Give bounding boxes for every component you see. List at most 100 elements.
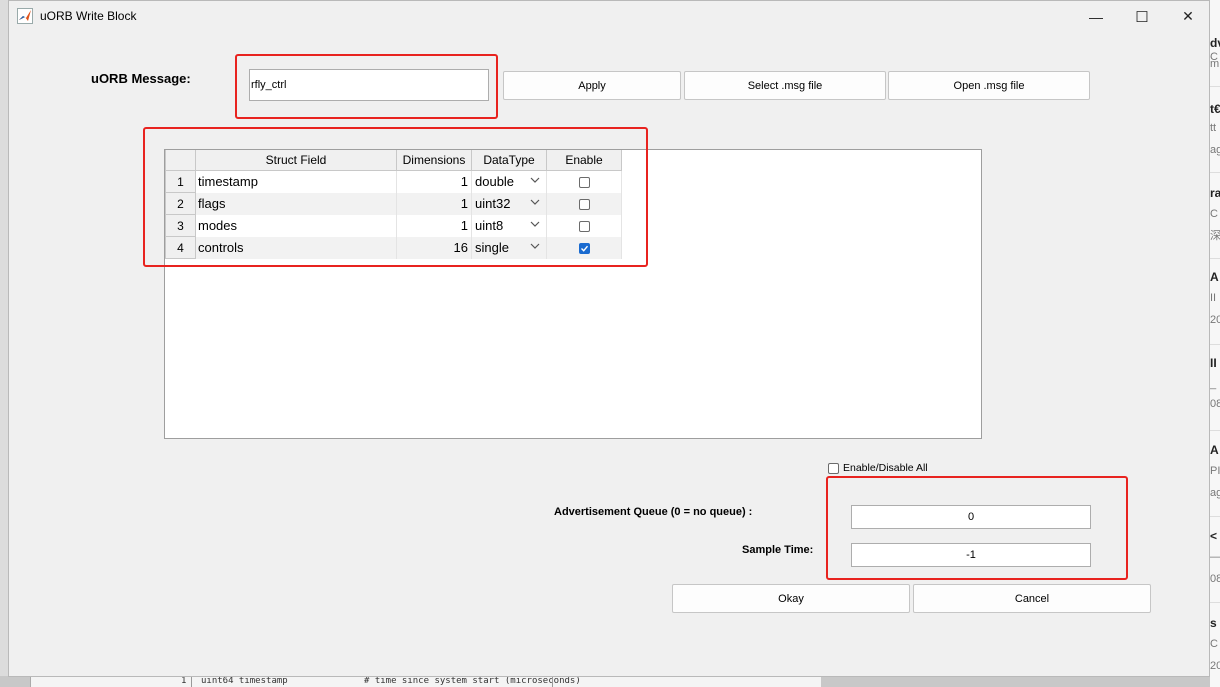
advertisement-queue-label: Advertisement Queue (0 = no queue) : <box>554 506 753 518</box>
close-icon: ✕ <box>1182 8 1194 24</box>
bg-glyph: II <box>1210 356 1217 370</box>
bg-glyph: ra <box>1210 186 1220 200</box>
sample-time-label: Sample Time: <box>742 544 814 556</box>
chevron-down-icon <box>530 177 540 183</box>
enable-disable-all-toggle[interactable]: Enable/Disable All <box>828 462 928 474</box>
bg-glyph: 20 <box>1210 660 1220 672</box>
column-header-struct-field[interactable]: Struct Field <box>195 150 397 171</box>
bg-glyph: 08 <box>1210 573 1220 585</box>
datatype-dropdown[interactable]: uint8 <box>471 214 547 237</box>
bg-glyph: t€ <box>1210 102 1220 116</box>
struct-field-table[interactable]: Struct Field Dimensions DataType Enable … <box>164 149 982 439</box>
bg-glyph: A <box>1210 270 1219 284</box>
uorb-write-block-dialog: uORB Write Block — ☐ ✕ uORB Message: App… <box>8 0 1210 677</box>
bg-separator <box>1210 258 1220 259</box>
row-number: 2 <box>165 192 196 215</box>
sample-time-input[interactable] <box>851 543 1091 567</box>
struct-field-grid: Struct Field Dimensions DataType Enable … <box>165 150 622 259</box>
datatype-dropdown[interactable]: double <box>471 170 547 193</box>
bg-separator <box>1210 430 1220 431</box>
chevron-down-icon <box>530 243 540 249</box>
window-title: uORB Write Block <box>40 9 137 23</box>
dimensions-cell[interactable]: 1 <box>396 170 472 193</box>
maximize-button[interactable]: ☐ <box>1119 1 1165 32</box>
bg-divider <box>552 676 553 687</box>
bg-glyph: m <box>1210 58 1220 70</box>
table-row: 2 flags 1 uint32 <box>165 192 622 215</box>
datatype-value: double <box>475 174 515 190</box>
chevron-down-icon <box>530 221 540 227</box>
cancel-button[interactable]: Cancel <box>913 584 1151 613</box>
bg-editor-pane: 1 uint64 timestamp # time since system s… <box>30 676 821 687</box>
enable-disable-all-checkbox[interactable] <box>828 462 839 474</box>
table-row: 4 controls 16 single <box>165 236 622 259</box>
enable-checkbox[interactable] <box>578 243 590 255</box>
row-number: 4 <box>165 236 196 259</box>
okay-button[interactable]: Okay <box>672 584 910 613</box>
bg-glyph: 20 <box>1210 314 1220 326</box>
bg-glyph: A <box>1210 443 1219 457</box>
bg-separator <box>1210 86 1220 87</box>
enable-checkbox[interactable] <box>578 177 590 189</box>
bg-glyph: — <box>1210 551 1220 563</box>
datatype-dropdown[interactable]: uint32 <box>471 192 547 215</box>
row-number: 3 <box>165 214 196 237</box>
bg-glyph: tt <box>1210 122 1217 134</box>
bg-separator <box>1210 172 1220 173</box>
close-button[interactable]: ✕ <box>1165 1 1211 32</box>
title-bar[interactable]: uORB Write Block — ☐ ✕ <box>9 1 1209 32</box>
uorb-message-input[interactable] <box>249 69 489 101</box>
bg-code-decl: uint64 timestamp <box>201 676 288 686</box>
bg-code-comment: # time since system start (microseconds) <box>364 676 581 686</box>
bg-separator <box>1210 344 1220 345</box>
struct-field-cell[interactable]: timestamp <box>195 170 397 193</box>
chevron-down-icon <box>530 199 540 205</box>
bg-separator <box>1210 516 1220 517</box>
apply-button[interactable]: Apply <box>503 71 681 100</box>
dimensions-cell[interactable]: 1 <box>396 214 472 237</box>
open-msg-file-button[interactable]: Open .msg file <box>888 71 1090 100</box>
enable-checkbox[interactable] <box>578 221 590 233</box>
struct-field-cell[interactable]: modes <box>195 214 397 237</box>
bg-glyph: ag <box>1210 487 1220 499</box>
bg-divider <box>191 676 192 687</box>
datatype-value: uint8 <box>475 218 504 233</box>
enable-disable-all-label: Enable/Disable All <box>843 462 928 474</box>
bg-glyph: dv <box>1210 36 1220 50</box>
bg-glyph: _ <box>1210 378 1217 390</box>
minimize-button[interactable]: — <box>1073 1 1119 32</box>
bg-glyph: C <box>1210 208 1218 220</box>
struct-field-cell[interactable]: flags <box>195 192 397 215</box>
enable-checkbox[interactable] <box>578 199 590 211</box>
maximize-icon: ☐ <box>1135 8 1149 26</box>
struct-field-cell[interactable]: controls <box>195 236 397 259</box>
table-row: 3 modes 1 uint8 <box>165 214 622 237</box>
column-header-datatype[interactable]: DataType <box>471 150 547 171</box>
checkmark-icon <box>580 245 588 252</box>
datatype-value: uint32 <box>475 196 511 211</box>
enable-cell <box>546 170 622 193</box>
bg-glyph: s <box>1210 616 1217 630</box>
dimensions-cell[interactable]: 16 <box>396 236 472 259</box>
uorb-message-label: uORB Message: <box>91 71 191 86</box>
dimensions-cell[interactable]: 1 <box>396 192 472 215</box>
background-app-right-edge: dvCmt€ttagraC深AII20II_08APIag<—08sC20 <box>1210 0 1220 687</box>
column-header-enable[interactable]: Enable <box>546 150 622 171</box>
table-row: 1 timestamp 1 double <box>165 170 622 193</box>
column-header-dimensions[interactable]: Dimensions <box>396 150 472 171</box>
minimize-icon: — <box>1089 8 1103 25</box>
bg-glyph: II <box>1210 292 1217 304</box>
enable-cell <box>546 192 622 215</box>
advertisement-queue-input[interactable] <box>851 505 1091 529</box>
bg-glyph: 08 <box>1210 398 1220 410</box>
bg-code-line-number: 1 <box>181 676 187 686</box>
select-msg-file-button[interactable]: Select .msg file <box>684 71 886 100</box>
matlab-app-icon <box>17 8 33 24</box>
datatype-dropdown[interactable]: single <box>471 236 547 259</box>
bg-glyph: < <box>1210 529 1218 543</box>
row-number: 1 <box>165 170 196 193</box>
bg-glyph: 深 <box>1210 230 1220 242</box>
enable-cell <box>546 214 622 237</box>
background-app-bottom-edge: 1 uint64 timestamp # time since system s… <box>0 676 1210 687</box>
bg-glyph: ag <box>1210 144 1220 156</box>
